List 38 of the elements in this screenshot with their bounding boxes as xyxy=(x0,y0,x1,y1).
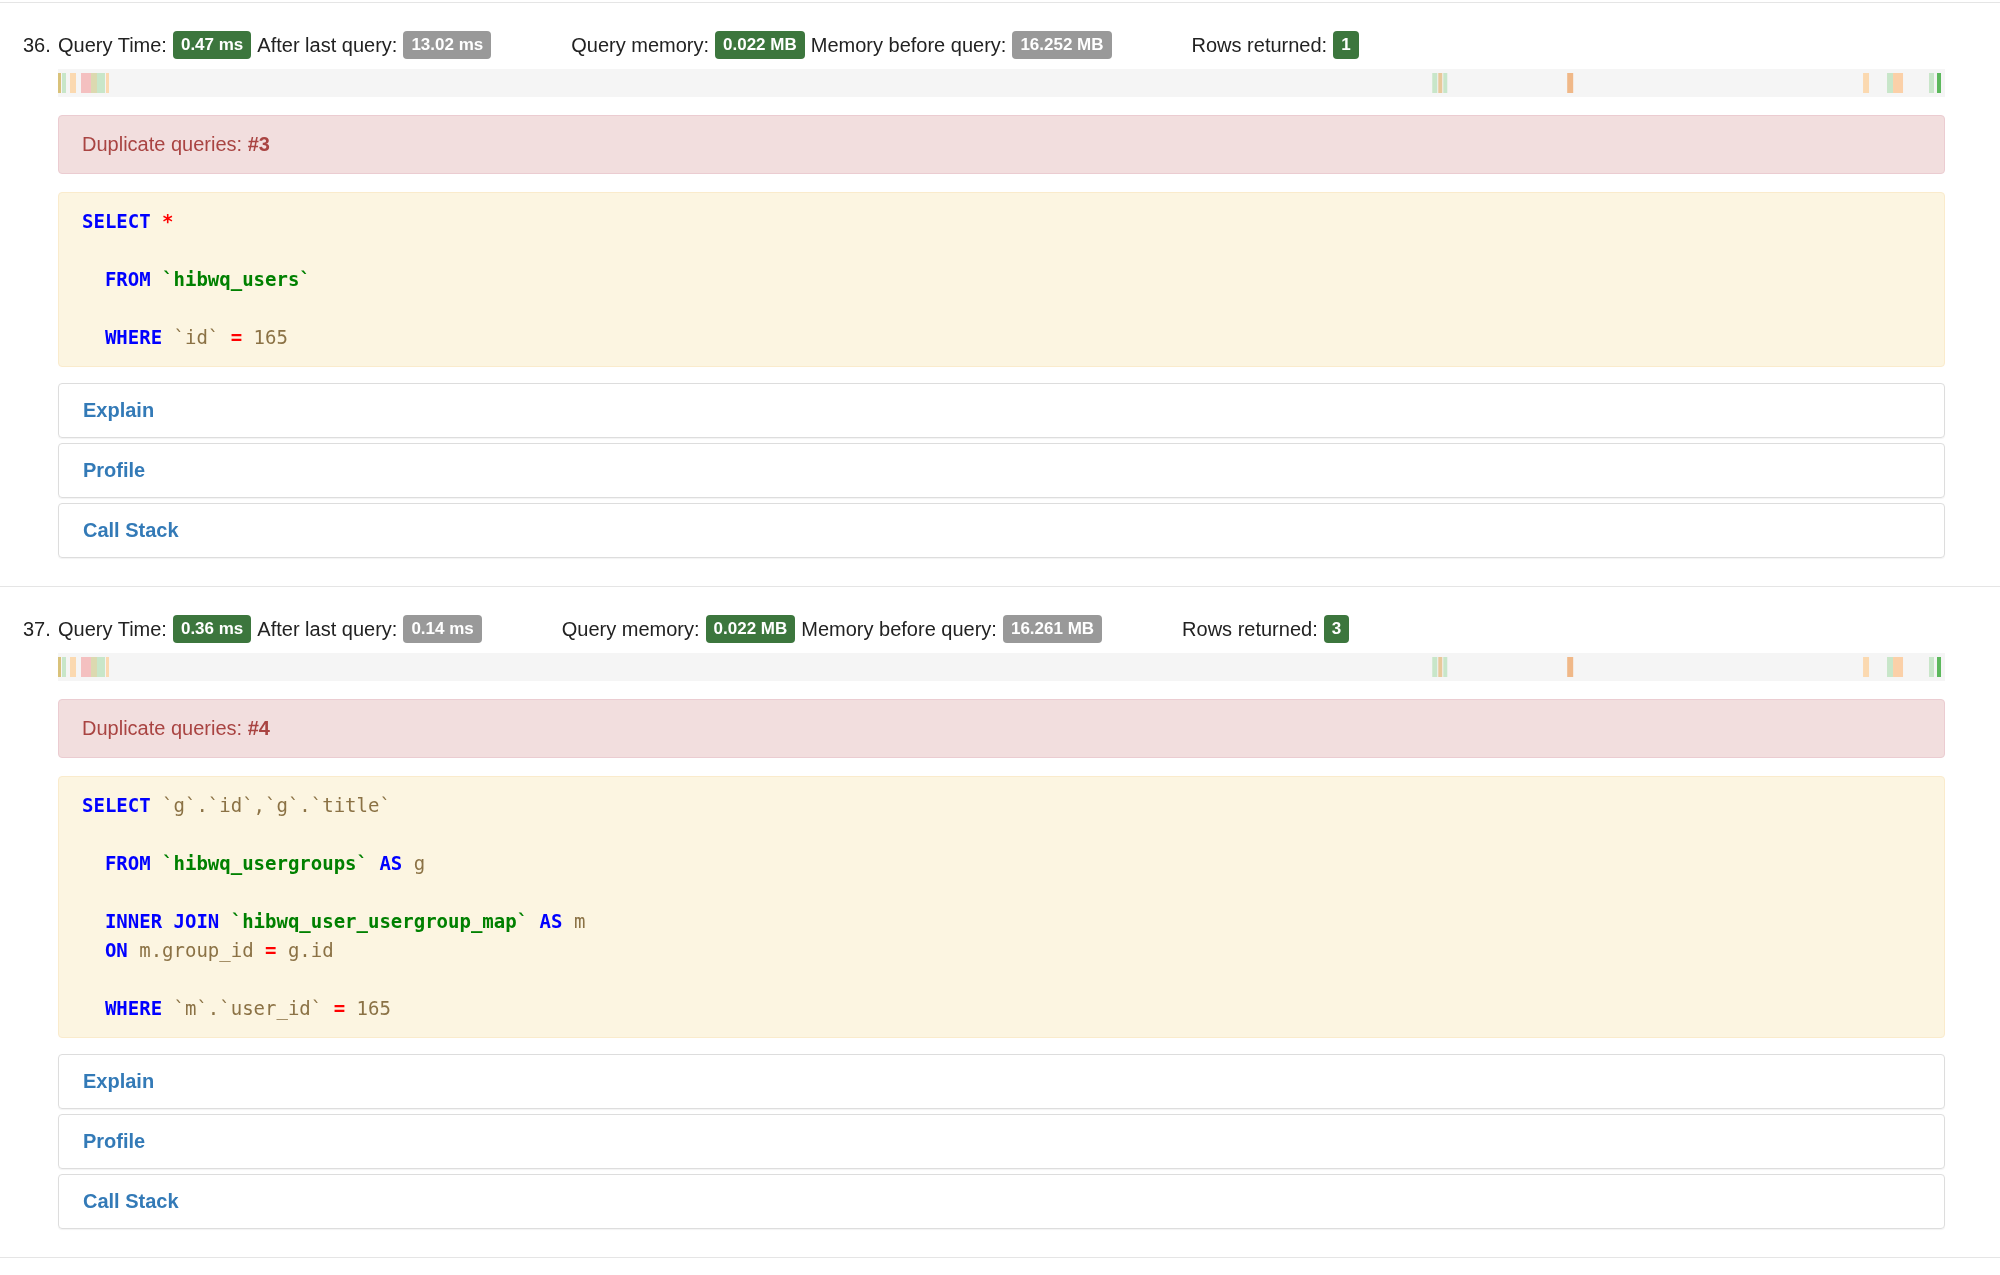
stat-badge: 0.14 ms xyxy=(403,615,482,643)
panel-toggle-link[interactable]: Call Stack xyxy=(83,519,179,541)
panel-toggle-link[interactable]: Profile xyxy=(83,459,146,481)
stat-badge: 3 xyxy=(1323,615,1350,643)
query-number: 36. xyxy=(23,33,51,57)
stat-badge: 1 xyxy=(1333,31,1359,59)
stat-badge: 0.47 ms xyxy=(172,31,252,59)
panel-toggle-link[interactable]: Explain xyxy=(83,1070,155,1092)
stat-badge: 0.36 ms xyxy=(172,615,252,643)
duplicate-queries-text: Duplicate queries: #4 xyxy=(82,717,270,739)
stat-label: Query Time: xyxy=(58,33,167,57)
code-line: INNER JOIN `hibwq_user_usergroup_map` AS m xyxy=(104,909,586,935)
stat-label: Rows returned: xyxy=(1182,617,1318,641)
stat-label: Query memory: xyxy=(571,33,710,57)
panel-toggle-link[interactable]: Explain xyxy=(83,399,155,421)
stat-badge: 0.022 MB xyxy=(715,31,805,59)
code-line: SELECT `g`.`id`,`g`.`title` xyxy=(82,793,391,818)
stat-label: Query memory: xyxy=(561,617,700,641)
stat-label: Memory before query: xyxy=(801,617,997,641)
panel-toggle-link[interactable]: Call Stack xyxy=(83,1190,179,1212)
stat-badge: 0.022 MB xyxy=(705,615,796,643)
code-line: FROM `hibwq_usergroups` AS g xyxy=(104,851,426,877)
stat-badge: 16.261 MB xyxy=(1002,615,1103,643)
stat-badge: 16.252 MB xyxy=(1012,31,1112,59)
stat-badge: 13.02 ms xyxy=(403,31,492,59)
stat-label: Memory before query: xyxy=(810,33,1007,57)
code-line: SELECT * xyxy=(82,209,174,234)
stat-label: Rows returned: xyxy=(1191,33,1328,57)
panel-toggle-link[interactable]: Profile xyxy=(83,1130,146,1152)
code-line: FROM `hibwq_users` xyxy=(104,267,311,293)
code-line: WHERE `m`.`user_id` = 165 xyxy=(104,996,391,1022)
code-line: WHERE `id` = 165 xyxy=(104,325,288,350)
code-line: ON m.group_id = g.id xyxy=(104,938,334,964)
duplicate-queries-text: Duplicate queries: #3 xyxy=(82,133,270,155)
stat-label: After last query: xyxy=(257,617,398,641)
stat-label: After last query: xyxy=(257,33,398,57)
stat-label: Query Time: xyxy=(58,617,167,641)
query-number: 37. xyxy=(23,617,51,641)
